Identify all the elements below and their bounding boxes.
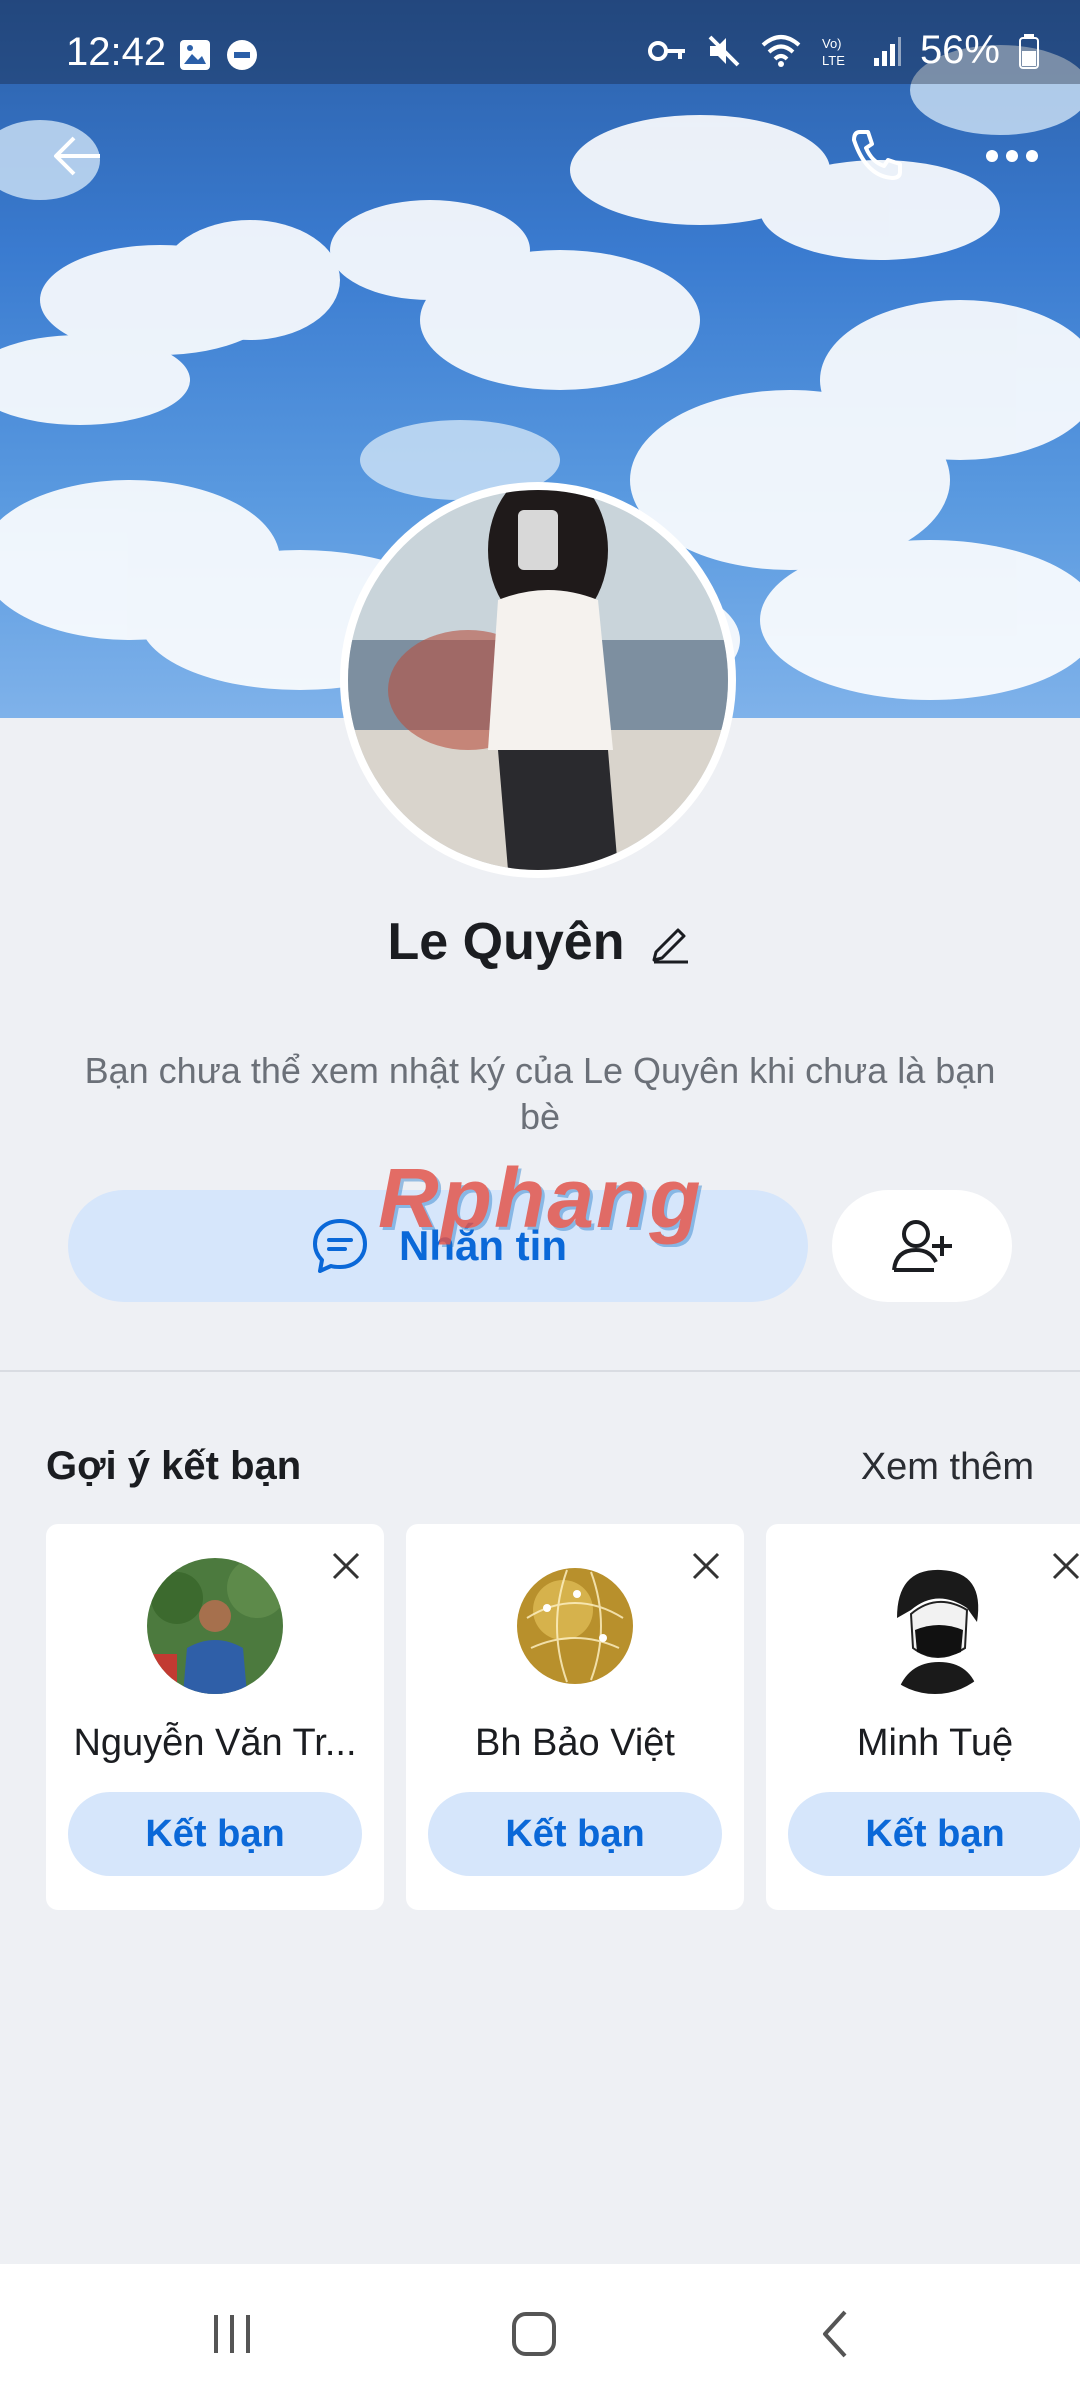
volte-icon: Vo) LTE — [822, 36, 845, 68]
add-friend-suggestion-button[interactable]: Kết bạn — [68, 1792, 362, 1876]
home-button[interactable] — [494, 2294, 574, 2374]
privacy-note: Bạn chưa thể xem nhật ký của Le Quyên kh… — [84, 1050, 996, 1137]
battery-icon — [1019, 33, 1039, 69]
profile-name: Le Quyên — [387, 913, 625, 971]
section-divider — [0, 1370, 1080, 1372]
recents-icon — [214, 2315, 250, 2353]
suggestion-name: Minh Tuệ — [856, 1722, 1014, 1764]
suggestion-card[interactable]: Nguyễn Văn Tr... Kết bạn — [46, 1524, 384, 1910]
status-left-icons — [178, 38, 268, 77]
back-arrow-icon — [54, 136, 100, 176]
image-icon — [180, 40, 210, 70]
profile-name-row: Le Quyên — [0, 912, 1080, 972]
status-bar: 12:42 Vo) LTE 56% — [0, 0, 1080, 84]
more-button[interactable] — [976, 120, 1048, 192]
status-right-icons: Vo) LTE 56% — [647, 28, 1040, 73]
close-icon[interactable] — [326, 1546, 366, 1586]
see-more-link[interactable]: Xem thêm — [861, 1446, 1034, 1489]
more-icon — [986, 150, 1038, 162]
key-icon — [647, 40, 685, 61]
close-icon[interactable] — [686, 1546, 726, 1586]
system-back-button[interactable] — [796, 2294, 876, 2374]
add-friend-suggestion-button[interactable]: Kết bạn — [788, 1792, 1080, 1876]
suggestion-avatar — [147, 1558, 283, 1694]
suggestion-card[interactable]: Minh Tuệ Kết bạn — [766, 1524, 1080, 1910]
add-friend-button[interactable] — [832, 1190, 1012, 1302]
pencil-icon[interactable] — [648, 920, 692, 964]
chevron-left-icon — [823, 2310, 847, 2358]
add-friend-suggestion-button[interactable]: Kết bạn — [428, 1792, 722, 1876]
suggestions-title: Gợi ý kết bạn — [46, 1444, 302, 1488]
watermark-logo: Rphang — [378, 1151, 703, 1245]
suggestion-avatar — [507, 1558, 643, 1694]
chat-icon — [313, 1219, 367, 1273]
mute-icon — [708, 35, 740, 66]
profile-avatar[interactable] — [348, 490, 728, 870]
battery-percent: 56% — [919, 28, 1000, 72]
recent-apps-button[interactable] — [192, 2294, 272, 2374]
svg-text:LTE: LTE — [822, 53, 845, 68]
home-icon — [512, 2312, 556, 2356]
back-button[interactable] — [42, 120, 114, 192]
avatar-photo — [348, 490, 728, 870]
suggestion-name: Nguyễn Văn Tr... — [73, 1722, 357, 1764]
status-time: 12:42 — [66, 30, 167, 74]
wifi-icon — [761, 34, 801, 67]
suggestion-card[interactable]: Bh Bảo Việt Kết bạn — [406, 1524, 744, 1910]
suggestion-avatar — [867, 1558, 1003, 1694]
call-button[interactable] — [840, 120, 912, 192]
close-icon[interactable] — [1046, 1546, 1080, 1586]
add-user-icon — [892, 1220, 952, 1272]
phone-icon — [852, 130, 902, 180]
suggestions-list: Nguyễn Văn Tr... Kết bạn Bh Bảo Việt Kết… — [46, 1524, 1080, 1910]
system-nav-bar — [0, 2264, 1080, 2400]
signal-icon — [873, 36, 901, 66]
dnd-icon — [227, 40, 257, 70]
svg-text:Vo): Vo) — [822, 36, 842, 51]
suggestion-name: Bh Bảo Việt — [474, 1722, 675, 1764]
